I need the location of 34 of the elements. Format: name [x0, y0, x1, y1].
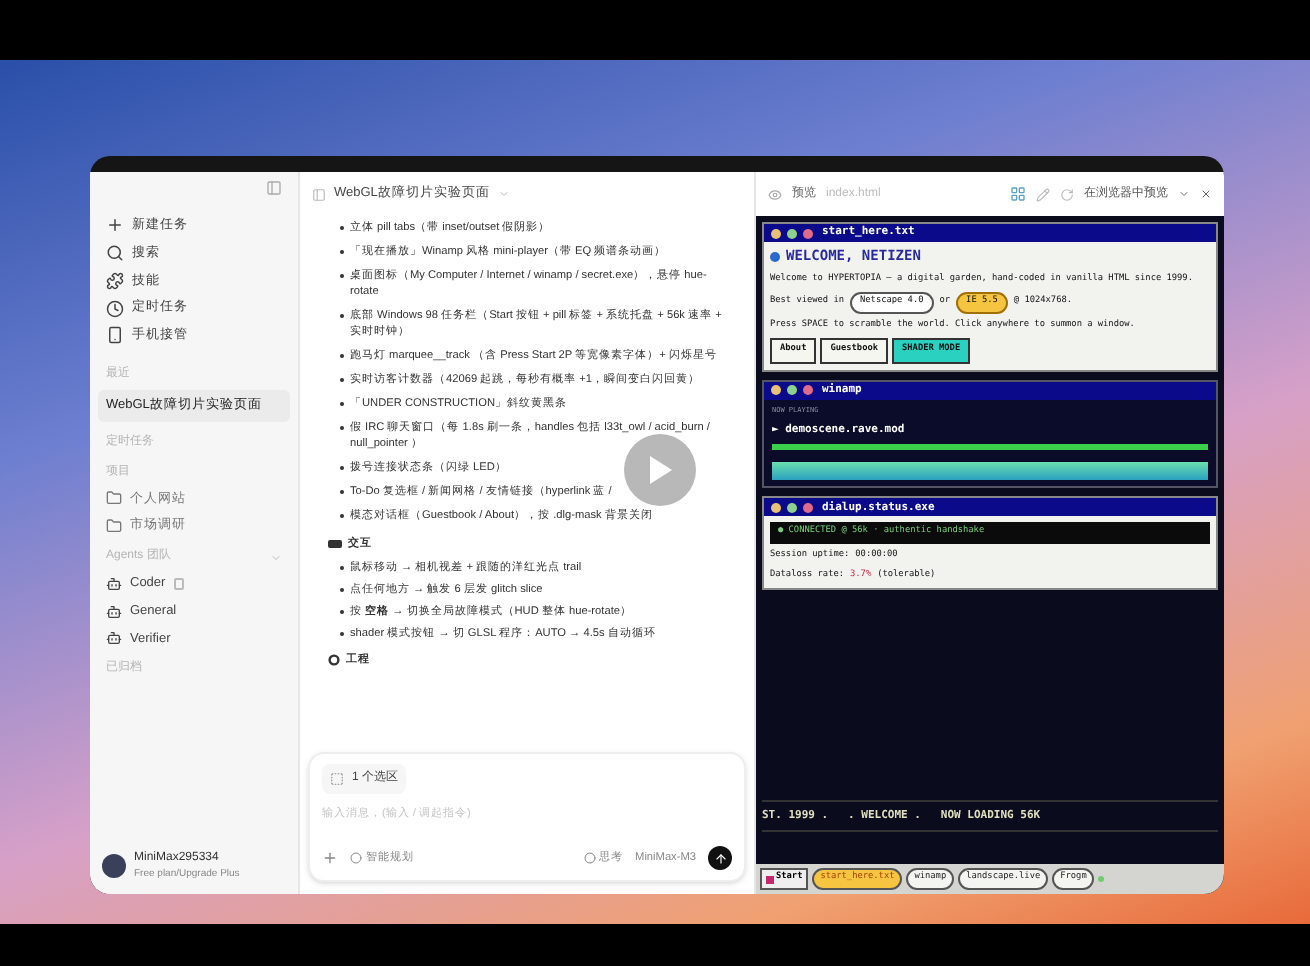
window-controls-icon [770, 501, 814, 514]
circle-icon [583, 851, 596, 864]
plus-icon [106, 216, 124, 235]
robot-icon [106, 630, 122, 647]
refresh-icon[interactable] [1060, 187, 1074, 201]
grid-icon[interactable] [1010, 186, 1026, 202]
circle-icon [350, 851, 362, 864]
window-controls-icon [770, 384, 814, 397]
window-controls-icon [770, 227, 814, 239]
send-button[interactable] [708, 846, 732, 870]
chevron-icon[interactable] [1178, 188, 1190, 200]
preview-icon [768, 187, 782, 201]
avatar[interactable] [102, 853, 126, 878]
clock-icon [106, 299, 124, 318]
folder-icon [106, 518, 122, 535]
edit-icon[interactable] [1036, 187, 1050, 201]
folder-icon [106, 490, 122, 507]
puzzle-icon [106, 271, 124, 290]
robot-icon [106, 603, 122, 620]
chevron-icon[interactable] [497, 188, 510, 200]
add-icon[interactable] [322, 850, 338, 866]
start-logo-icon [766, 875, 774, 884]
phone-icon [106, 326, 124, 345]
search-icon [106, 244, 124, 263]
chevron-icon[interactable] [270, 551, 282, 563]
play-icon [648, 456, 672, 484]
arrow-up-icon [713, 851, 727, 865]
panel-icon[interactable] [312, 187, 326, 201]
sidebar-toggle-icon[interactable] [266, 180, 282, 196]
close-icon[interactable] [1200, 188, 1212, 200]
play-button[interactable] [624, 434, 696, 506]
tray-led-icon [1098, 876, 1105, 883]
info-icon [770, 251, 780, 262]
robot-icon [106, 575, 122, 592]
